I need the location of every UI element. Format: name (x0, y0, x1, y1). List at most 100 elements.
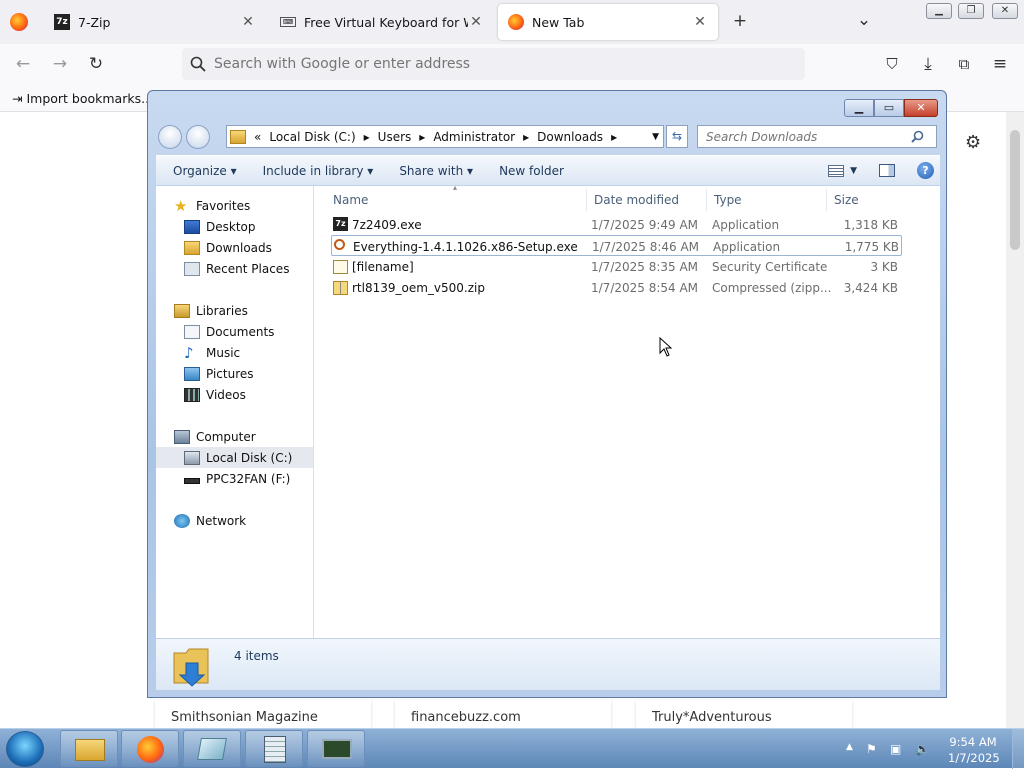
start-button[interactable] (6, 731, 44, 767)
sort-arrow-icon: ▴ (453, 183, 458, 192)
view-options-icon[interactable] (828, 164, 845, 177)
back-arrow-icon[interactable]: ← (11, 52, 35, 76)
breadcrumb-users[interactable]: Users (378, 130, 412, 144)
nav-videos[interactable]: Videos (156, 384, 313, 405)
close-tab-icon[interactable]: ✕ (692, 14, 708, 30)
nav-downloads[interactable]: Downloads (156, 237, 313, 258)
chevron-right-icon[interactable]: ▸ (523, 130, 529, 144)
restore-button[interactable]: ❐ (958, 3, 984, 19)
tab-7zip[interactable]: 7z 7-Zip ✕ (44, 4, 266, 40)
nav-local-disk[interactable]: Local Disk (C:) (156, 447, 313, 468)
breadcrumb-downloads[interactable]: Downloads (537, 130, 603, 144)
breadcrumb-local-disk[interactable]: Local Disk (C:) (269, 130, 355, 144)
taskbar-firefox[interactable] (121, 730, 179, 767)
nav-documents[interactable]: Documents (156, 321, 313, 342)
column-header-date[interactable]: Date modified (594, 193, 679, 207)
file-date: 1/7/2025 9:49 AM (591, 218, 699, 232)
close-button[interactable]: ✕ (992, 3, 1018, 19)
nav-recent-places[interactable]: Recent Places (156, 258, 313, 279)
column-divider[interactable] (706, 189, 707, 211)
chevron-right-icon[interactable]: ▸ (419, 130, 425, 144)
nav-libraries[interactable]: Libraries (156, 300, 313, 321)
new-folder-button[interactable]: New folder (490, 164, 573, 178)
search-box[interactable] (697, 125, 937, 148)
address-input[interactable] (214, 56, 774, 72)
history-dropdown-icon[interactable]: ▼ (652, 132, 659, 142)
column-header-name[interactable]: Name (333, 193, 368, 207)
search-icon (190, 56, 206, 72)
breadcrumb[interactable]: « Local Disk (C:) ▸ Users ▸ Administrato… (226, 125, 664, 148)
help-icon[interactable]: ? (917, 162, 934, 179)
taskbar-app[interactable] (183, 730, 241, 767)
network-tray-icon[interactable]: ▣ (890, 742, 901, 756)
show-desktop-button[interactable] (1012, 729, 1024, 769)
taskbar-keyboard[interactable] (307, 730, 365, 767)
close-tab-icon[interactable]: ✕ (240, 14, 256, 30)
column-divider[interactable] (586, 189, 587, 211)
view-dropdown-icon[interactable]: ▼ (850, 166, 857, 176)
nav-network[interactable]: Network (156, 510, 313, 531)
minimize-button[interactable]: ▁ (926, 3, 952, 19)
calculator-icon (264, 736, 286, 763)
organize-button[interactable]: Organize ▾ (164, 164, 246, 178)
list-all-tabs-button[interactable]: ⌄ (854, 10, 874, 30)
top-site-tile[interactable]: Smithsonian Magazine (155, 700, 371, 728)
refresh-icon[interactable]: ⇆ (666, 125, 688, 148)
file-row[interactable]: 7z 7z2409.exe 1/7/2025 9:49 AM Applicati… (331, 214, 902, 235)
tab-virtual-keyboard[interactable]: ⌨ Free Virtual Keyboard for Windo ✕ (270, 4, 494, 40)
clock[interactable]: 9:54 AM 1/7/2025 (948, 734, 1000, 766)
taskbar-calculator[interactable] (245, 730, 303, 767)
reload-icon[interactable]: ↻ (84, 52, 108, 76)
file-row[interactable]: [filename] 1/7/2025 8:35 AM Security Cer… (331, 256, 902, 277)
volume-muted-icon[interactable]: 🔈 (915, 742, 930, 756)
chevron-right-icon[interactable]: ▸ (364, 130, 370, 144)
recent-places-icon (184, 261, 200, 276)
scrollbar-thumb[interactable] (1010, 130, 1020, 250)
action-center-flag-icon[interactable]: ⚑ (866, 742, 877, 756)
nav-music[interactable]: ♪ Music (156, 342, 313, 363)
maximize-button[interactable]: ▭ (874, 99, 904, 117)
breadcrumb-administrator[interactable]: Administrator (433, 130, 515, 144)
taskbar-explorer[interactable] (60, 730, 118, 767)
close-tab-icon[interactable]: ✕ (468, 14, 484, 30)
file-row[interactable]: rtl8139_oem_v500.zip 1/7/2025 8:54 AM Co… (331, 277, 902, 298)
breadcrumb-overflow[interactable]: « (254, 130, 261, 144)
import-bookmarks-button[interactable]: ⇥ Import bookmarks... (12, 91, 153, 106)
nav-pictures[interactable]: Pictures (156, 363, 313, 384)
page-scrollbar[interactable] (1006, 112, 1024, 728)
top-site-tile[interactable]: Truly*Adventurous (636, 700, 852, 728)
menu-icon[interactable]: ≡ (988, 52, 1012, 76)
minimize-button[interactable]: ▁ (844, 99, 874, 117)
include-in-library-button[interactable]: Include in library ▾ (254, 164, 383, 178)
close-button[interactable]: ✕ (904, 99, 938, 117)
tab-new-tab[interactable]: New Tab ✕ (498, 4, 718, 40)
nav-usb-drive[interactable]: PPC32FAN (F:) (156, 468, 313, 489)
back-button[interactable] (158, 125, 182, 149)
column-divider[interactable] (826, 189, 827, 211)
file-row[interactable]: Everything-1.4.1.1026.x86-Setup.exe 1/7/… (331, 235, 902, 256)
firefox-icon[interactable] (10, 13, 28, 31)
chevron-right-icon[interactable]: ▸ (611, 130, 617, 144)
file-type: Application (712, 218, 780, 232)
forward-arrow-icon[interactable]: → (48, 52, 72, 76)
search-icon (911, 130, 924, 143)
address-bar[interactable] (182, 48, 805, 80)
gear-icon[interactable]: ⚙ (965, 132, 981, 153)
forward-button[interactable] (186, 125, 210, 149)
search-input[interactable] (706, 129, 911, 144)
extensions-icon[interactable]: ⧉ (952, 52, 976, 76)
pocket-icon[interactable]: ⛉ (880, 52, 904, 76)
preview-pane-icon[interactable] (879, 164, 895, 177)
share-with-button[interactable]: Share with ▾ (390, 164, 482, 178)
nav-favorites[interactable]: ★ Favorites (156, 195, 313, 216)
downloads-icon[interactable]: ⤓ (916, 52, 940, 76)
command-bar: Organize ▾ Include in library ▾ Share wi… (156, 155, 940, 185)
column-header-type[interactable]: Type (714, 193, 742, 207)
nav-computer[interactable]: Computer (156, 426, 313, 447)
nav-label: Music (206, 345, 241, 360)
show-hidden-icons[interactable]: ▲ (846, 742, 853, 752)
column-header-size[interactable]: Size (834, 193, 859, 207)
top-site-tile[interactable]: financebuzz.com (395, 700, 611, 728)
nav-desktop[interactable]: Desktop (156, 216, 313, 237)
new-tab-button[interactable]: + (730, 11, 750, 31)
